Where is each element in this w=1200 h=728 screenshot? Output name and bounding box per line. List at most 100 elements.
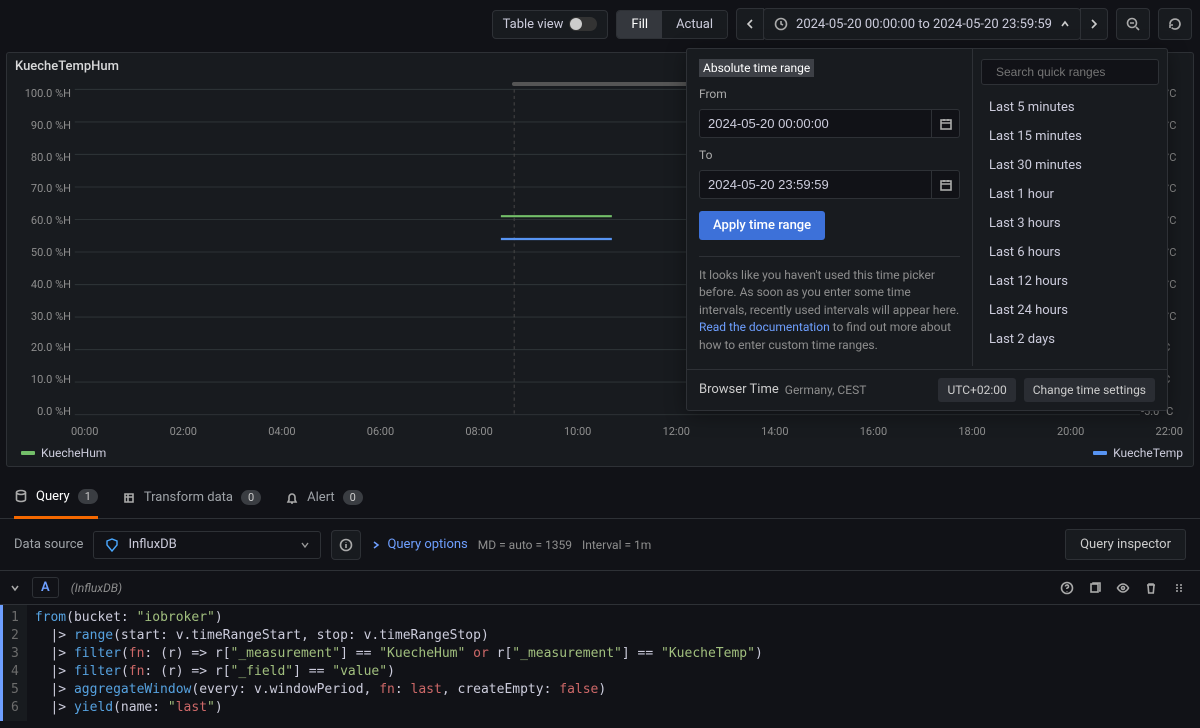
query-source-label: (InfluxDB) bbox=[71, 581, 122, 595]
query-options-toggle[interactable]: Query options bbox=[371, 537, 467, 552]
time-next-button[interactable] bbox=[1080, 8, 1108, 40]
timezone-badge[interactable]: UTC+02:00 bbox=[938, 378, 1015, 402]
tab-label: Transform data bbox=[144, 490, 233, 505]
time-range-popover: Absolute time range From To Apply time r… bbox=[686, 48, 1168, 411]
toggle-query-button[interactable] bbox=[1116, 581, 1130, 595]
time-prev-button[interactable] bbox=[736, 8, 764, 40]
x-axis-ticks: 00:0002:0004:0006:0008:0010:0012:0014:00… bbox=[71, 425, 1183, 438]
fill-actual-segment: Fill Actual bbox=[616, 10, 728, 39]
flux-code-editor[interactable]: 123456 from(bucket: "iobroker") |> range… bbox=[0, 604, 1200, 721]
absolute-range-header: Absolute time range bbox=[699, 59, 814, 77]
quick-range-item[interactable]: Last 12 hours bbox=[981, 267, 1159, 296]
to-calendar-button[interactable] bbox=[932, 170, 960, 199]
browser-time-sub: Germany, CEST bbox=[785, 383, 867, 397]
legend-label: KuecheHum bbox=[41, 446, 106, 460]
trash-icon bbox=[1144, 581, 1158, 595]
legend-item-hum[interactable]: KuecheHum bbox=[21, 446, 106, 460]
chevron-left-icon bbox=[744, 18, 756, 30]
from-label: From bbox=[699, 87, 960, 101]
tab-transform[interactable]: Transform data 0 bbox=[122, 477, 261, 519]
calendar-icon bbox=[939, 178, 953, 192]
hint-text: It looks like you haven't used this time… bbox=[699, 267, 960, 354]
query-editor-header: A (InfluxDB) bbox=[0, 570, 1200, 604]
delete-query-button[interactable] bbox=[1144, 581, 1158, 595]
md-text: MD = auto = 1359 bbox=[478, 538, 572, 552]
refresh-button[interactable] bbox=[1158, 8, 1192, 40]
browser-time-label: Browser Time bbox=[699, 382, 779, 397]
info-icon bbox=[339, 538, 353, 552]
influxdb-icon bbox=[104, 537, 120, 553]
zoom-out-button[interactable] bbox=[1116, 8, 1150, 40]
duplicate-query-button[interactable] bbox=[1088, 581, 1102, 595]
quick-range-search[interactable] bbox=[981, 59, 1159, 85]
zoom-out-icon bbox=[1125, 16, 1141, 32]
copy-icon bbox=[1088, 581, 1102, 595]
fill-button[interactable]: Fill bbox=[617, 11, 662, 38]
tab-alert[interactable]: Alert 0 bbox=[285, 477, 363, 519]
query-letter[interactable]: A bbox=[32, 577, 59, 598]
quick-range-item[interactable]: Last 15 minutes bbox=[981, 122, 1159, 151]
time-popover-footer: Browser Time Germany, CEST UTC+02:00 Cha… bbox=[687, 369, 1167, 410]
calendar-icon bbox=[939, 117, 953, 131]
panel-editor-tabs: Query 1 Transform data 0 Alert 0 bbox=[0, 477, 1200, 519]
datasource-name: InfluxDB bbox=[128, 537, 176, 552]
tab-badge: 0 bbox=[241, 490, 261, 505]
bell-icon bbox=[285, 491, 299, 505]
quick-range-item[interactable]: Last 30 minutes bbox=[981, 151, 1159, 180]
to-label: To bbox=[699, 148, 960, 162]
from-calendar-button[interactable] bbox=[932, 109, 960, 138]
apply-time-range-button[interactable]: Apply time range bbox=[699, 211, 825, 240]
query-help-button[interactable] bbox=[1060, 581, 1074, 595]
table-view-toggle[interactable]: Table view bbox=[492, 10, 609, 39]
legend: KuecheHum KuecheTemp bbox=[21, 446, 1183, 460]
legend-swatch-icon bbox=[21, 451, 35, 455]
quick-range-item[interactable]: Last 1 hour bbox=[981, 180, 1159, 209]
tab-badge: 1 bbox=[78, 489, 98, 504]
time-nav-group: 2024-05-20 00:00:00 to 2024-05-20 23:59:… bbox=[736, 8, 1108, 40]
change-time-settings-button[interactable]: Change time settings bbox=[1024, 378, 1155, 402]
quick-range-search-input[interactable] bbox=[996, 65, 1151, 79]
chevron-down-icon bbox=[300, 540, 310, 550]
to-input[interactable] bbox=[699, 170, 932, 199]
read-documentation-link[interactable]: Read the documentation bbox=[699, 320, 830, 334]
tab-label: Query bbox=[36, 489, 70, 504]
table-view-label: Table view bbox=[503, 17, 564, 32]
quick-range-item[interactable]: Last 2 days bbox=[981, 325, 1159, 354]
chevron-down-icon bbox=[10, 583, 20, 593]
quick-range-item[interactable]: Last 6 hours bbox=[981, 238, 1159, 267]
query-inspector-button[interactable]: Query inspector bbox=[1065, 529, 1186, 560]
legend-item-temp[interactable]: KuecheTemp bbox=[1093, 446, 1183, 460]
quick-range-item[interactable]: Last 24 hours bbox=[981, 296, 1159, 325]
chevron-up-icon bbox=[1060, 19, 1070, 29]
drag-icon bbox=[1172, 581, 1186, 595]
refresh-icon bbox=[1167, 16, 1183, 32]
toggle-knob-icon bbox=[569, 17, 597, 31]
tab-badge: 0 bbox=[343, 490, 363, 505]
query-config-row: Data source InfluxDB Query options MD = … bbox=[0, 519, 1200, 570]
help-icon bbox=[1060, 581, 1074, 595]
clock-icon bbox=[774, 17, 788, 31]
drag-query-button[interactable] bbox=[1172, 581, 1186, 595]
interval-text: Interval = 1m bbox=[582, 538, 651, 552]
collapse-query-button[interactable] bbox=[10, 583, 20, 593]
datasource-help-button[interactable] bbox=[331, 530, 361, 560]
code-content[interactable]: from(bucket: "iobroker") |> range(start:… bbox=[27, 605, 771, 721]
chevron-right-icon bbox=[371, 540, 381, 550]
transform-icon bbox=[122, 491, 136, 505]
actual-button[interactable]: Actual bbox=[662, 11, 727, 38]
datasource-label: Data source bbox=[14, 537, 83, 552]
legend-swatch-icon bbox=[1093, 451, 1107, 455]
quick-range-item[interactable]: Last 5 minutes bbox=[981, 93, 1159, 122]
time-range-text: 2024-05-20 00:00:00 to 2024-05-20 23:59:… bbox=[796, 17, 1052, 32]
database-icon bbox=[14, 489, 28, 503]
legend-label: KuecheTemp bbox=[1113, 446, 1183, 460]
quick-range-item[interactable]: Last 3 hours bbox=[981, 209, 1159, 238]
tab-label: Alert bbox=[307, 490, 335, 505]
eye-icon bbox=[1116, 581, 1130, 595]
chevron-right-icon bbox=[1088, 18, 1100, 30]
from-input[interactable] bbox=[699, 109, 932, 138]
datasource-select[interactable]: InfluxDB bbox=[93, 531, 321, 559]
tab-query[interactable]: Query 1 bbox=[14, 477, 98, 519]
line-gutter: 123456 bbox=[0, 605, 27, 721]
time-range-button[interactable]: 2024-05-20 00:00:00 to 2024-05-20 23:59:… bbox=[763, 8, 1081, 40]
